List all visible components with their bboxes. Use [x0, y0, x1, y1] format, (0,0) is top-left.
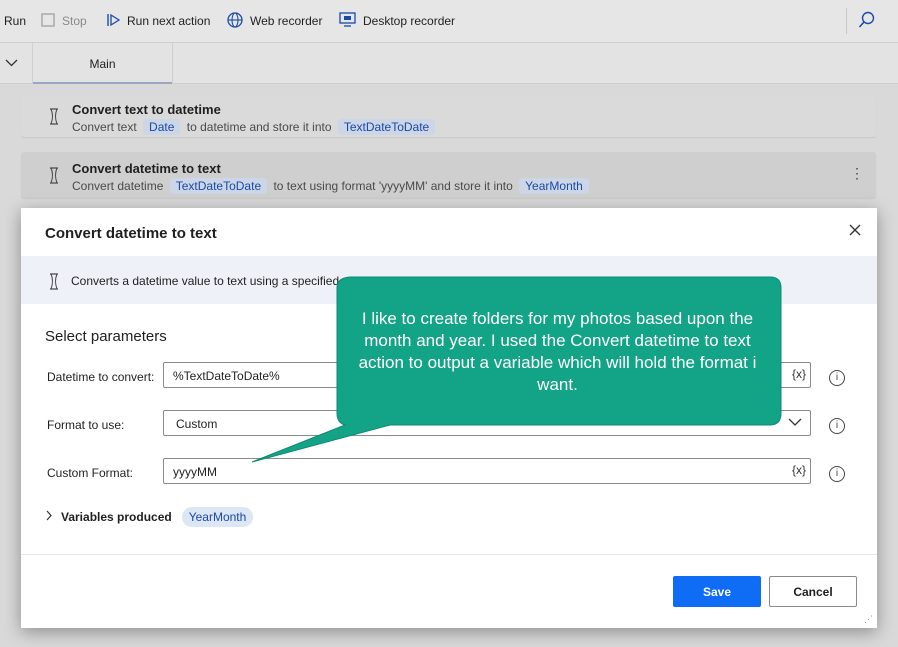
convert-datetime-dialog: Convert datetime to text Converts a date… [21, 208, 877, 628]
save-button[interactable]: Save [673, 576, 761, 607]
callout-text: I like to create folders for my photos b… [358, 309, 757, 394]
variable-pill[interactable]: YearMonth [519, 178, 589, 194]
dialog-info-text: Converts a datetime value to text using … [71, 274, 340, 288]
run-next-action-button[interactable]: Run next action [106, 12, 210, 30]
datetime-action-icon [49, 167, 59, 187]
action-desc-text: Convert datetime [72, 179, 164, 193]
search-button[interactable] [858, 11, 876, 32]
tab-main-label: Main [89, 57, 116, 71]
run-button[interactable]: Run [4, 12, 26, 30]
dialog-info-banner: Converts a datetime value to text using … [21, 256, 877, 304]
action-desc-text: to text using format 'yyyyMM' and store … [273, 179, 513, 193]
action-description: Convert datetime TextDateToDate to text … [72, 178, 592, 194]
stop-icon [41, 12, 55, 30]
stop-button[interactable]: Stop [41, 12, 87, 30]
info-icon[interactable]: i [829, 418, 845, 434]
web-recorder-label: Web recorder [250, 14, 323, 28]
action-title: Convert text to datetime [72, 102, 221, 117]
datetime-action-icon [49, 108, 59, 128]
action-desc-text: to datetime and store it into [186, 120, 332, 134]
format-dropdown-value: Custom [176, 417, 218, 431]
info-icon[interactable]: i [829, 370, 845, 386]
custom-format-value: yyyyMM [173, 465, 217, 479]
tab-main[interactable]: Main [32, 43, 173, 84]
variables-produced-label: Variables produced [61, 510, 172, 524]
dialog-title: Convert datetime to text [45, 225, 217, 242]
variable-picker-button[interactable]: {x} [792, 463, 806, 477]
resize-grip-icon[interactable]: ⋰ [864, 614, 873, 625]
close-icon[interactable] [849, 223, 861, 241]
format-field-label: Format to use: [47, 418, 125, 432]
datetime-input-value: %TextDateToDate% [173, 369, 280, 383]
section-title: Select parameters [45, 328, 167, 345]
variable-pill[interactable]: YearMonth [181, 507, 254, 527]
format-dropdown[interactable]: Custom [163, 410, 811, 436]
custom-format-input[interactable]: yyyyMM {x} [163, 458, 811, 484]
action-description: Convert text Date to datetime and store … [72, 119, 438, 135]
run-next-label: Run next action [127, 14, 211, 28]
dialog-footer-divider [21, 554, 877, 555]
run-label: Run [4, 14, 27, 28]
datetime-field-label: Datetime to convert: [47, 370, 155, 384]
chevron-right-icon[interactable] [45, 510, 53, 524]
more-options-icon[interactable]: ⋮ [850, 165, 864, 182]
step-icon [106, 13, 121, 30]
action-card-convert-datetime-to-text[interactable]: Convert datetime to text Convert datetim… [21, 152, 876, 198]
search-icon [858, 11, 876, 32]
monitor-icon [339, 12, 356, 30]
variable-pill[interactable]: TextDateToDate [337, 119, 436, 135]
variables-produced-row[interactable]: Variables produced YearMonth [45, 507, 254, 527]
cancel-button[interactable]: Cancel [769, 576, 857, 607]
datetime-action-icon [49, 273, 59, 293]
desktop-recorder-button[interactable]: Desktop recorder [339, 12, 455, 30]
web-recorder-button[interactable]: Web recorder [227, 11, 323, 31]
toolbar-divider [846, 8, 847, 34]
action-card-convert-text-to-datetime[interactable]: Convert text to datetime Convert text Da… [21, 95, 876, 137]
variable-picker-button[interactable]: {x} [792, 367, 806, 381]
desktop-recorder-label: Desktop recorder [363, 14, 456, 28]
stop-label: Stop [62, 14, 87, 28]
globe-icon [227, 11, 243, 31]
custom-format-field-label: Custom Format: [47, 466, 134, 480]
info-icon[interactable]: i [829, 466, 845, 482]
action-title: Convert datetime to text [72, 161, 221, 176]
chevron-down-icon [788, 416, 802, 430]
tab-active-indicator [33, 82, 172, 84]
variable-pill[interactable]: Date [143, 119, 181, 135]
toolbar: Run Stop Run next action Web recorder De… [0, 0, 898, 43]
tab-bar: Main [0, 43, 898, 84]
chevron-down-icon[interactable] [5, 57, 18, 71]
action-desc-text: Convert text [72, 120, 137, 134]
variable-pill[interactable]: TextDateToDate [169, 178, 268, 194]
